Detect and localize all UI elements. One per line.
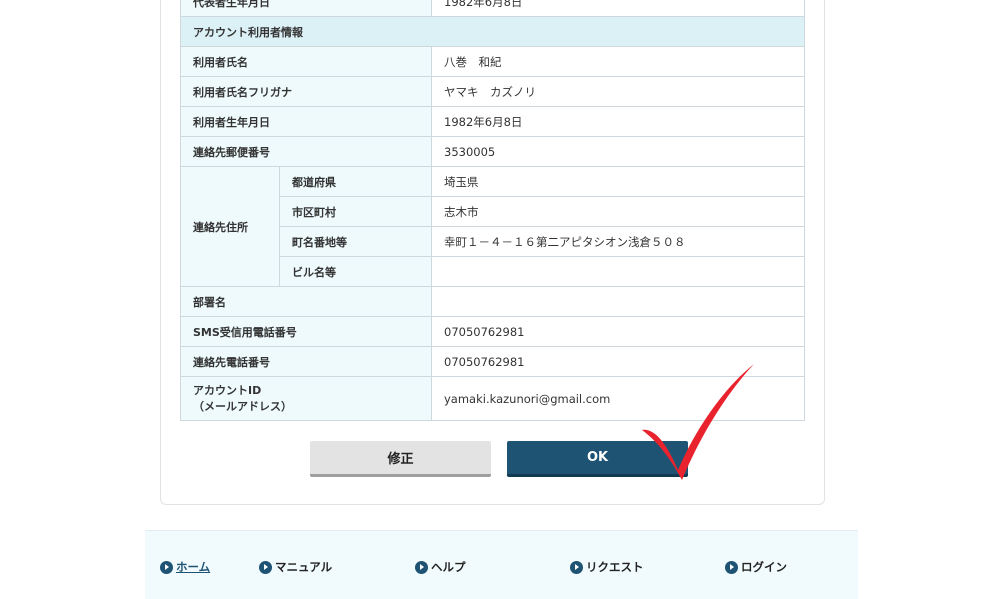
table-row: 利用者氏名 八巻 和紀 [180,46,805,77]
table-row: 連絡先電話番号 07050762981 [180,346,805,377]
user-name-value: 八巻 和紀 [431,46,805,77]
account-id-label: アカウントID [193,383,262,397]
building-label: ビル名等 [279,256,432,287]
contact-phone-label: 連絡先電話番号 [180,346,432,377]
address-label: 連絡先住所 [180,166,280,287]
table-row: 連絡先住所 都道府県 埼玉県 [180,166,805,287]
table-row: 連絡先郵便番号 3530005 [180,136,805,167]
user-name-label: 利用者氏名 [180,46,432,77]
rep-birthdate-value: 1982年6月8日 [431,0,805,17]
arrow-circle-icon [160,560,173,574]
city-label: 市区町村 [279,196,432,227]
footer-nav-manual[interactable]: マニュアル [259,559,332,575]
user-birthdate-label: 利用者生年月日 [180,106,432,137]
sms-phone-value: 07050762981 [431,316,805,347]
street-value: 幸町１－４－１６第二アピタシオン浅倉５０８ [431,226,805,257]
table-row: 代表者生年月日 1982年6月8日 [180,0,805,17]
postal-code-value: 3530005 [431,136,805,167]
account-id-sublabel: （メールアドレス） [193,399,292,413]
rep-birthdate-label: 代表者生年月日 [180,0,432,17]
user-kana-label: 利用者氏名フリガナ [180,76,432,107]
user-kana-value: ヤマキ カズノリ [431,76,805,107]
user-birthdate-value: 1982年6月8日 [431,106,805,137]
table-row: アカウント利用者情報 [180,16,805,47]
department-value [431,286,805,317]
street-label: 町名番地等 [279,226,432,257]
footer-nav-help[interactable]: ヘルプ [415,559,466,575]
arrow-circle-icon [725,560,738,574]
account-id-label-cell: アカウントID （メールアドレス） [180,376,432,421]
table-row: 利用者生年月日 1982年6月8日 [180,106,805,137]
ok-button[interactable]: OK [507,441,688,477]
prefecture-value: 埼玉県 [431,166,805,197]
table-row: アカウントID （メールアドレス） yamaki.kazunori@gmail.… [180,376,805,421]
footer-nav-home[interactable]: ホーム [160,559,210,575]
city-value: 志木市 [431,196,805,227]
table-row: 部署名 [180,286,805,317]
table-row: SMS受信用電話番号 07050762981 [180,316,805,347]
building-value [431,256,805,287]
footer-nav-request-label: リクエスト [586,560,644,574]
edit-button[interactable]: 修正 [310,441,491,477]
arrow-circle-icon [259,560,272,574]
footer-nav-home-label: ホーム [176,560,211,574]
footer-nav-manual-label: マニュアル [275,560,333,574]
arrow-circle-icon [415,560,428,574]
table-row: 利用者氏名フリガナ ヤマキ カズノリ [180,76,805,107]
department-label: 部署名 [180,286,432,317]
confirmation-table: 代表者生年月日 1982年6月8日 アカウント利用者情報 利用者氏名 八巻 和紀… [180,0,805,421]
footer-nav-request[interactable]: リクエスト [570,559,644,575]
footer: ホーム マニュアル ヘルプ リクエスト ログイン [145,530,858,599]
section-user-info-heading: アカウント利用者情報 [180,16,805,47]
footer-nav-help-label: ヘルプ [431,560,466,574]
sms-phone-label: SMS受信用電話番号 [180,316,432,347]
prefecture-label: 都道府県 [279,166,432,197]
account-id-value: yamaki.kazunori@gmail.com [431,376,805,421]
arrow-circle-icon [570,560,583,574]
footer-nav-login[interactable]: ログイン [725,559,787,575]
footer-nav-login-label: ログイン [741,560,787,574]
contact-phone-value: 07050762981 [431,346,805,377]
postal-code-label: 連絡先郵便番号 [180,136,432,167]
